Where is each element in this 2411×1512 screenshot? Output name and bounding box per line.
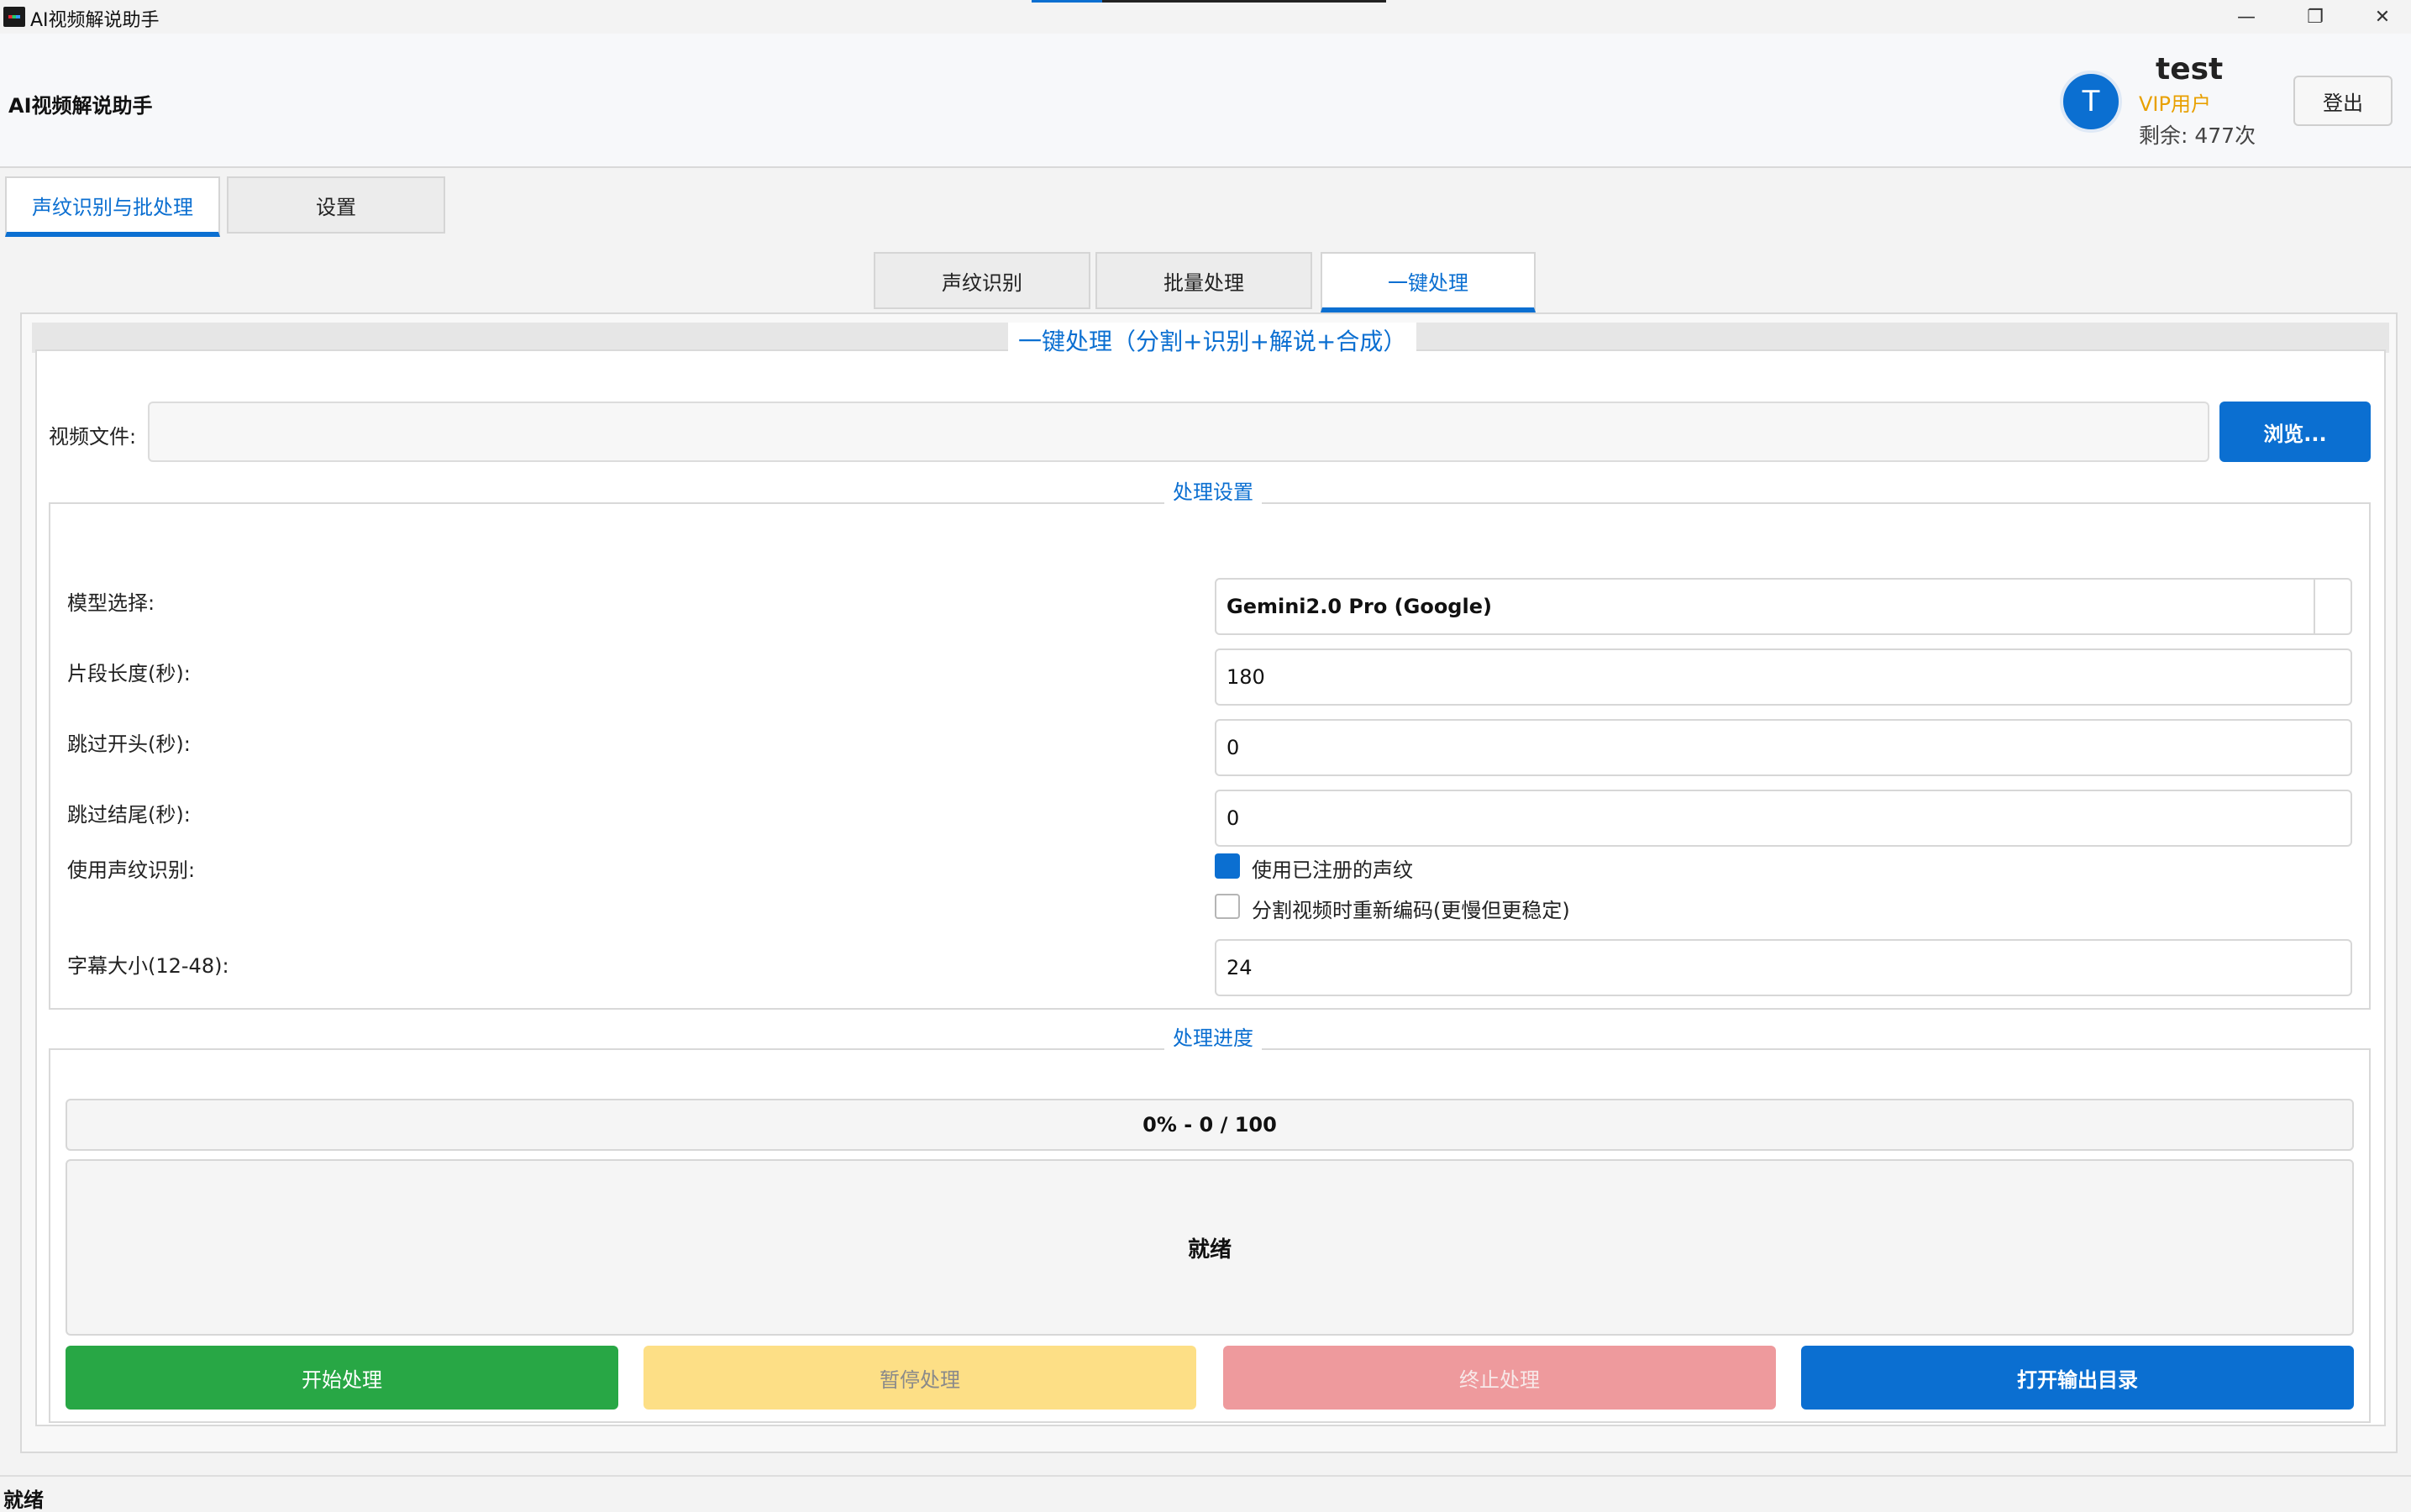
video-file-input[interactable] [148,402,2209,462]
app-title: AI视频解说助手 [8,94,153,118]
progress-bar: 0% - 0 / 100 [66,1099,2354,1151]
taskbar-progress-indicator [1032,0,1386,3]
model-label: 模型选择: [67,591,155,615]
open-output-folder-button[interactable]: 打开输出目录 [1801,1346,2354,1410]
segment-length-input[interactable]: 180 [1215,648,2352,706]
skip-start-input[interactable]: 0 [1215,719,2352,776]
use-registered-voiceprint-checkbox[interactable] [1215,853,1240,879]
skip-end-label: 跳过结尾(秒): [67,803,191,827]
use-registered-voiceprint-label[interactable]: 使用已注册的声纹 [1252,853,1413,883]
voiceprint-label: 使用声纹识别: [67,858,196,882]
status-bar-text: 就绪 [3,1488,44,1512]
subtab-one-click[interactable]: 一键处理 [1321,252,1536,312]
subtitle-size-label: 字幕大小(12-48): [67,954,229,978]
minimize-button[interactable]: — [2213,0,2280,34]
window-title: AI视频解说助手 [30,10,160,31]
processing-settings-title: 处理设置 [1164,475,1262,504]
one-click-group-title: 一键处理（分割+识别+解说+合成） [1008,323,1417,358]
close-button[interactable]: ✕ [2349,0,2411,34]
logout-button[interactable]: 登出 [2293,76,2393,126]
title-bar [0,0,2411,34]
model-select-value: Gemini2.0 Pro (Google) [1227,595,1492,618]
status-log-area: 就绪 [66,1159,2354,1336]
model-select[interactable]: Gemini2.0 Pro (Google) [1215,578,2352,635]
stop-processing-button[interactable]: 终止处理 [1223,1346,1776,1410]
status-bar [0,1475,2411,1512]
browse-button[interactable]: 浏览... [2219,402,2371,462]
subtab-voiceprint[interactable]: 声纹识别 [874,252,1090,309]
restore-button[interactable]: ❐ [2282,0,2349,34]
avatar: T [2060,71,2122,133]
tab-settings[interactable]: 设置 [227,176,445,234]
app-header [0,34,2411,168]
chevron-down-icon[interactable] [2314,580,2351,633]
skip-end-input[interactable]: 0 [1215,790,2352,847]
vip-badge: VIP用户 [2139,92,2211,116]
skip-start-label: 跳过开头(秒): [67,732,191,756]
reencode-label[interactable]: 分割视频时重新编码(更慢但更稳定) [1252,894,1570,923]
video-file-label: 视频文件: [49,425,137,449]
start-processing-button[interactable]: 开始处理 [66,1346,618,1410]
username: test [2156,52,2224,87]
app-icon [3,7,25,27]
subtitle-size-input[interactable]: 24 [1215,939,2352,996]
processing-progress-title: 处理进度 [1164,1021,1262,1050]
subtab-batch[interactable]: 批量处理 [1095,252,1312,309]
segment-length-label: 片段长度(秒): [67,662,191,685]
pause-processing-button[interactable]: 暂停处理 [643,1346,1196,1410]
remaining-count: 剩余: 477次 [2139,123,2256,148]
reencode-checkbox[interactable] [1215,894,1240,919]
tab-voiceprint-batch[interactable]: 声纹识别与批处理 [5,176,220,237]
